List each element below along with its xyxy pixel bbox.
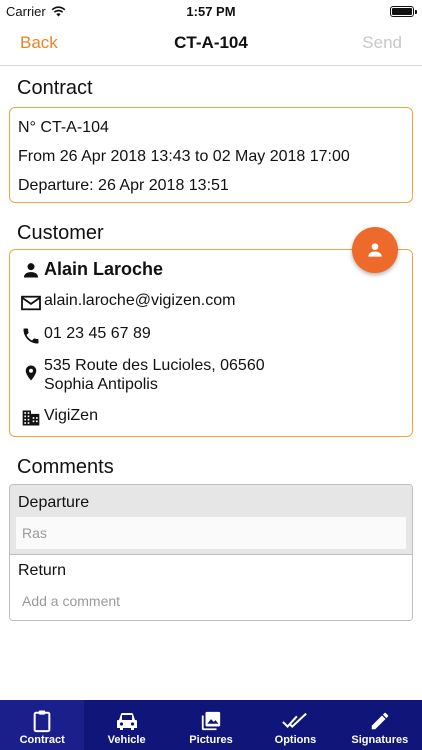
customer-phone-row[interactable]: 01 23 45 67 89 [20,325,151,347]
customer-card: Alain Laroche alain.laroche@vigizen.com … [9,249,413,437]
battery-icon [390,6,417,17]
tab-contract-label: Contract [19,734,65,746]
clipboard-icon [31,708,53,734]
customer-email-row[interactable]: alain.laroche@vigizen.com [20,292,235,314]
pen-icon [369,708,391,734]
status-bar: Carrier 1:57 PM [0,0,422,22]
tab-pictures-label: Pictures [189,734,233,746]
contract-card: N° CT-A-104 From 26 Apr 2018 13:43 to 02… [9,107,413,203]
contract-departure: Departure: 26 Apr 2018 13:51 [18,177,229,194]
page-title: CT-A-104 [174,33,248,52]
tab-options[interactable]: Options [253,700,337,750]
tab-signatures-label: Signatures [351,734,409,746]
phone-icon [20,325,42,347]
departure-comment-block: Departure Ras [10,485,412,555]
location-pin-icon [20,362,42,384]
contract-section-title: Contract [17,77,93,99]
customer-address-row[interactable]: 535 Route des Lucioles, 06560 Sophia Ant… [20,356,265,394]
tab-bar: Contract Vehicle Pictures Options Signat… [0,700,422,750]
tab-vehicle[interactable]: Vehicle [84,700,168,750]
send-button[interactable]: Send [362,33,402,53]
tab-contract[interactable]: Contract [0,700,85,750]
mail-icon [20,292,42,314]
customer-company: VigiZen [44,407,98,424]
customer-email[interactable]: alain.laroche@vigizen.com [44,292,235,310]
tab-options-label: Options [274,734,317,746]
return-comment-input[interactable]: Add a comment [16,585,406,615]
navigation-bar: Back CT-A-104 Send [0,22,422,66]
customer-address[interactable]: 535 Route des Lucioles, 06560 Sophia Ant… [44,356,265,394]
comments-section-title: Comments [17,456,114,478]
customer-company-row: VigiZen [20,407,98,429]
customer-name-row: Alain Laroche [20,259,163,281]
car-icon [115,708,139,734]
tab-signatures[interactable]: Signatures [338,700,422,750]
customer-phone[interactable]: 01 23 45 67 89 [44,325,151,343]
contract-number: N° CT-A-104 [18,119,109,136]
return-comment-label: Return [18,562,67,579]
customer-section-title: Customer [17,222,104,244]
return-comment-block: Return Add a comment [10,555,412,620]
customer-profile-button[interactable] [352,227,398,273]
photos-icon [200,708,222,734]
status-time: 1:57 PM [186,4,236,19]
customer-address-line2: Sophia Antipolis [44,376,158,393]
customer-address-line1: 535 Route des Lucioles, 06560 [44,357,265,374]
departure-comment-field[interactable]: Ras [16,517,406,549]
person-icon [20,259,42,281]
person-icon [368,243,382,257]
departure-comment-label: Departure [18,494,90,511]
customer-name: Alain Laroche [44,259,164,279]
tab-pictures[interactable]: Pictures [169,700,253,750]
tab-vehicle-label: Vehicle [107,734,146,746]
contract-period: From 26 Apr 2018 13:43 to 02 May 2018 17… [18,148,350,165]
building-icon [20,407,42,429]
double-check-icon [282,708,308,734]
comments-box: Departure Ras Return Add a comment [9,484,413,621]
